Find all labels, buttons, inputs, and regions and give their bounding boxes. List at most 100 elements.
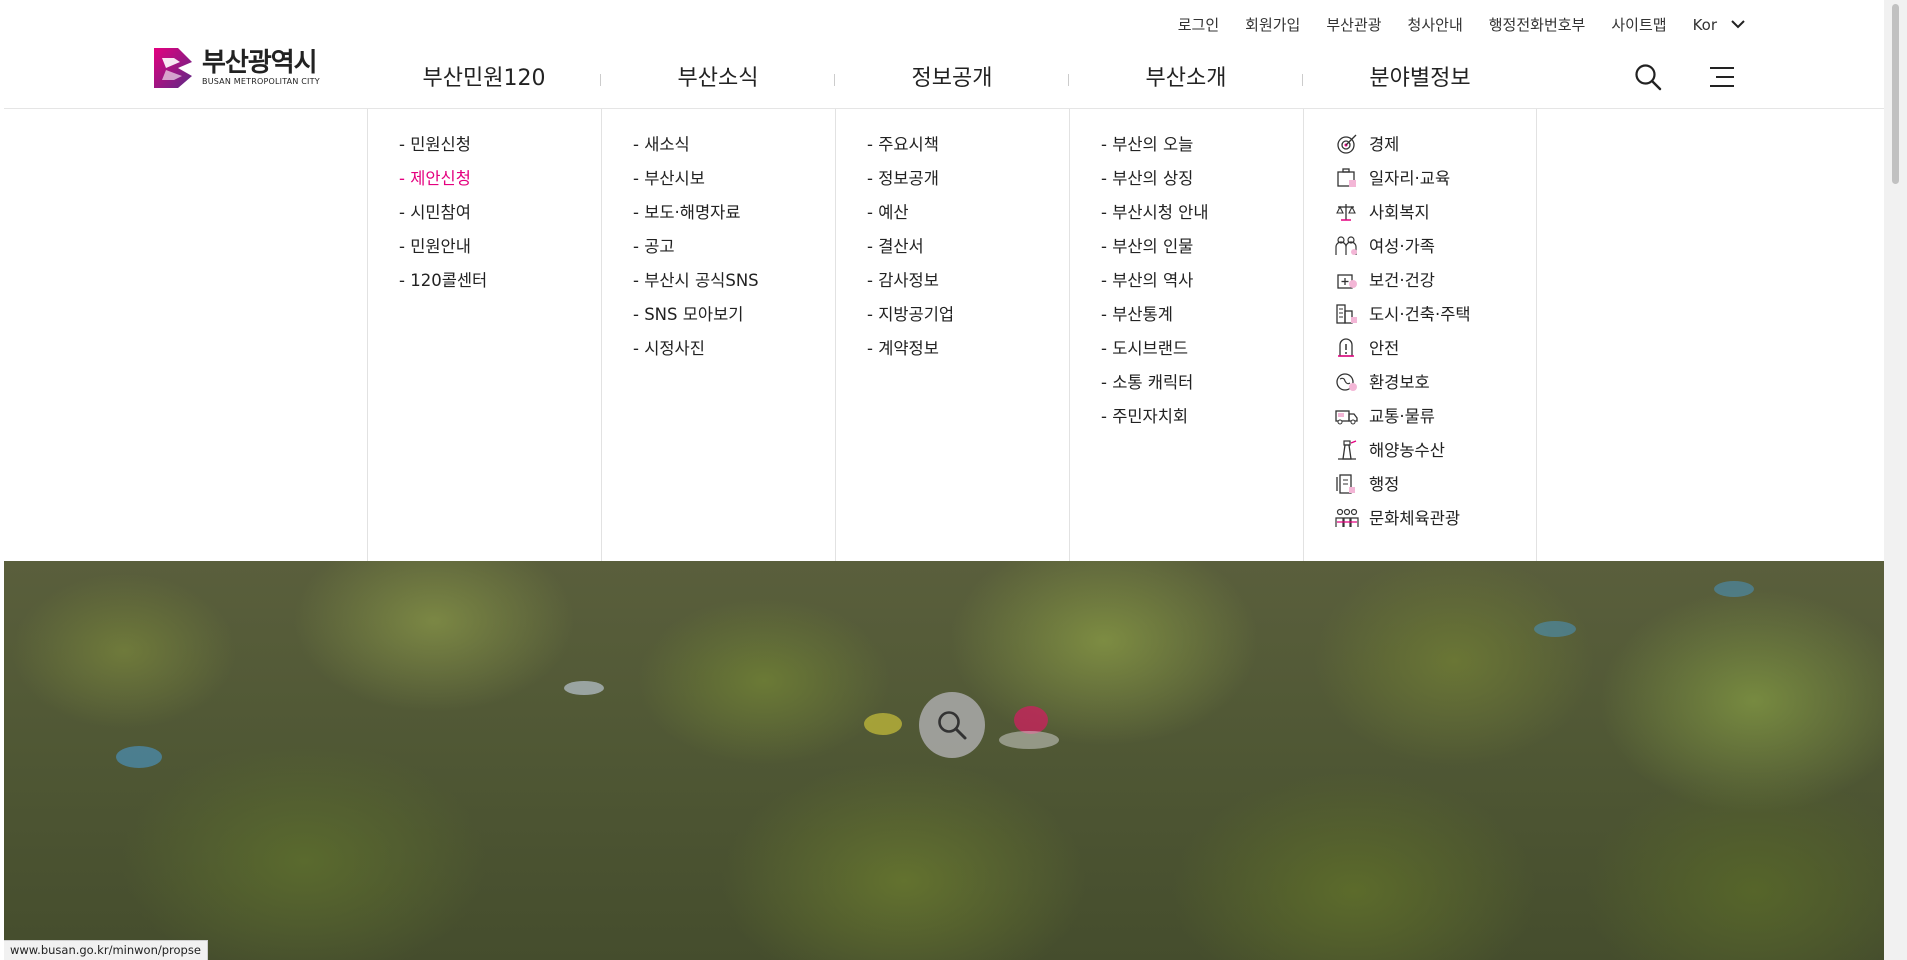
menu-item[interactable]: - 부산통계	[1101, 305, 1303, 339]
buildings-icon	[1336, 304, 1357, 324]
phonebook-link[interactable]: 행정전화번호부	[1489, 14, 1586, 35]
environment-icon	[1336, 373, 1357, 391]
busan-logo[interactable]: 부산광역시 BUSAN METROPOLITAN CITY	[152, 46, 320, 90]
main-navigation: 부산민원120 부산소식 정보공개 부산소개 분야별정보	[367, 60, 1537, 92]
field-label: 행정	[1369, 475, 1400, 494]
gnb-minwon120[interactable]: 부산민원120	[367, 60, 601, 92]
logo-title: 부산광역시	[202, 48, 318, 78]
menu-item[interactable]: - 부산의 오늘	[1101, 135, 1303, 169]
field-label: 안전	[1369, 339, 1400, 358]
signup-link[interactable]: 회원가입	[1245, 14, 1300, 35]
menu-item[interactable]: - SNS 모아보기	[633, 305, 835, 339]
field-label: 도시·건축·주택	[1369, 305, 1471, 324]
field-label: 문화체육관광	[1369, 509, 1461, 528]
mega-col-minwon120: - 민원신청 - 제안신청 - 시민참여 - 민원안내 - 120콜센터	[367, 109, 601, 561]
field-label: 보건·건강	[1369, 271, 1435, 290]
mega-col-busan-intro: - 부산의 오늘 - 부산의 상징 - 부산시청 안내 - 부산의 인물 - 부…	[1069, 109, 1303, 561]
truck-icon	[1335, 410, 1358, 425]
login-link[interactable]: 로그인	[1178, 14, 1219, 35]
menu-item[interactable]: - 시정사진	[633, 339, 835, 373]
hero-background-image	[4, 561, 1884, 960]
field-label: 환경보호	[1369, 373, 1430, 392]
menu-item[interactable]: - 부산의 역사	[1101, 271, 1303, 305]
hero-search-button[interactable]	[919, 692, 985, 758]
culture-people-icon	[1335, 508, 1359, 527]
menu-item[interactable]: - 예산	[867, 203, 1069, 237]
tourism-link[interactable]: 부산관광	[1326, 14, 1381, 35]
browser-status-url: www.busan.go.kr/minwon/propse	[4, 940, 208, 960]
briefcase-icon	[1337, 168, 1356, 187]
family-icon	[1335, 236, 1357, 255]
field-item-urban[interactable]: 도시·건축·주택	[1335, 304, 1536, 339]
economy-target-icon	[1337, 134, 1357, 154]
menu-item[interactable]: - 공고	[633, 237, 835, 271]
menu-item[interactable]: - 감사정보	[867, 271, 1069, 305]
health-kit-icon	[1337, 274, 1357, 289]
mega-col-busan-news: - 새소식 - 부산시보 - 보도·해명자료 - 공고 - 부산시 공식SNS …	[601, 109, 835, 561]
mega-menu: - 민원신청 - 제안신청 - 시민참여 - 민원안내 - 120콜센터 - 새…	[367, 109, 1537, 561]
menu-item[interactable]: - 계약정보	[867, 339, 1069, 373]
field-item-jobs[interactable]: 일자리·교육	[1335, 168, 1536, 203]
mega-col-info-disclosure: - 주요시책 - 정보공개 - 예산 - 결산서 - 감사정보 - 지방공기업 …	[835, 109, 1069, 561]
field-item-administration[interactable]: 행정	[1335, 474, 1536, 509]
field-label: 경제	[1369, 135, 1400, 154]
scrollbar-thumb[interactable]	[1892, 4, 1899, 184]
menu-item[interactable]: - 부산시청 안내	[1101, 203, 1303, 237]
field-label: 일자리·교육	[1369, 169, 1451, 188]
menu-item[interactable]: - 120콜센터	[399, 271, 601, 305]
menu-item[interactable]: - 소통 캐릭터	[1101, 373, 1303, 407]
gnb-info-disclosure[interactable]: 정보공개	[835, 60, 1069, 92]
mega-col-field-info: 경제 일자리·교육 사회복지 여성·가족 보건·건강 도시·건축·주택 안전 환…	[1303, 109, 1537, 561]
field-item-family[interactable]: 여성·가족	[1335, 236, 1536, 271]
field-item-welfare[interactable]: 사회복지	[1335, 203, 1536, 237]
gnb-busan-intro[interactable]: 부산소개	[1069, 60, 1303, 92]
menu-item[interactable]: - 주민자치회	[1101, 407, 1303, 441]
safety-icon	[1338, 338, 1354, 357]
field-label: 여성·가족	[1369, 237, 1435, 256]
field-label: 사회복지	[1369, 203, 1430, 222]
field-item-environment[interactable]: 환경보호	[1335, 373, 1536, 407]
field-item-economy[interactable]: 경제	[1335, 134, 1536, 169]
menu-item-active[interactable]: - 제안신청	[399, 169, 601, 203]
field-label: 해양농수산	[1369, 441, 1445, 460]
scale-icon	[1336, 204, 1356, 221]
lighthouse-icon	[1338, 440, 1357, 460]
menu-item[interactable]: - 부산의 인물	[1101, 237, 1303, 271]
header-icons	[1633, 62, 1737, 92]
gnb-field-info[interactable]: 분야별정보	[1303, 60, 1537, 92]
menu-icon[interactable]	[1707, 62, 1737, 92]
menu-item[interactable]: - 지방공기업	[867, 305, 1069, 339]
menu-item[interactable]: - 민원안내	[399, 237, 601, 271]
page: 로그인 회원가입 부산관광 청사안내 행정전화번호부 사이트맵 Kor 부산광역…	[4, 0, 1884, 960]
field-item-safety[interactable]: 안전	[1335, 338, 1536, 373]
page-scrollbar[interactable]	[1884, 0, 1907, 960]
document-icon	[1336, 474, 1355, 494]
logo-subtitle: BUSAN METROPOLITAN CITY	[202, 77, 320, 86]
menu-item[interactable]: - 부산시보	[633, 169, 835, 203]
field-label: 교통·물류	[1369, 407, 1435, 426]
menu-item[interactable]: - 부산시 공식SNS	[633, 271, 835, 305]
menu-item[interactable]: - 새소식	[633, 135, 835, 169]
menu-item[interactable]: - 민원신청	[399, 135, 601, 169]
field-item-transport[interactable]: 교통·물류	[1335, 407, 1536, 441]
language-label: Kor	[1692, 15, 1717, 34]
menu-item[interactable]: - 정보공개	[867, 169, 1069, 203]
field-item-health[interactable]: 보건·건강	[1335, 271, 1536, 305]
sitemap-link[interactable]: 사이트맵	[1611, 14, 1666, 35]
menu-item[interactable]: - 주요시책	[867, 135, 1069, 169]
busan-logo-mark-icon	[154, 48, 192, 88]
field-item-marine[interactable]: 해양농수산	[1335, 440, 1536, 475]
language-selector[interactable]: Kor	[1693, 16, 1745, 34]
search-icon	[938, 711, 967, 740]
menu-item[interactable]: - 도시브랜드	[1101, 339, 1303, 373]
search-icon[interactable]	[1633, 62, 1663, 92]
field-item-culture[interactable]: 문화체육관광	[1335, 508, 1536, 543]
utility-links: 로그인 회원가입 부산관광 청사안내 행정전화번호부 사이트맵 Kor	[1178, 14, 1745, 35]
gnb-busan-news[interactable]: 부산소식	[601, 60, 835, 92]
chevron-down-icon	[1731, 20, 1745, 29]
menu-item[interactable]: - 보도·해명자료	[633, 203, 835, 237]
menu-item[interactable]: - 시민참여	[399, 203, 601, 237]
menu-item[interactable]: - 결산서	[867, 237, 1069, 271]
menu-item[interactable]: - 부산의 상징	[1101, 169, 1303, 203]
cityhall-guide-link[interactable]: 청사안내	[1408, 14, 1463, 35]
